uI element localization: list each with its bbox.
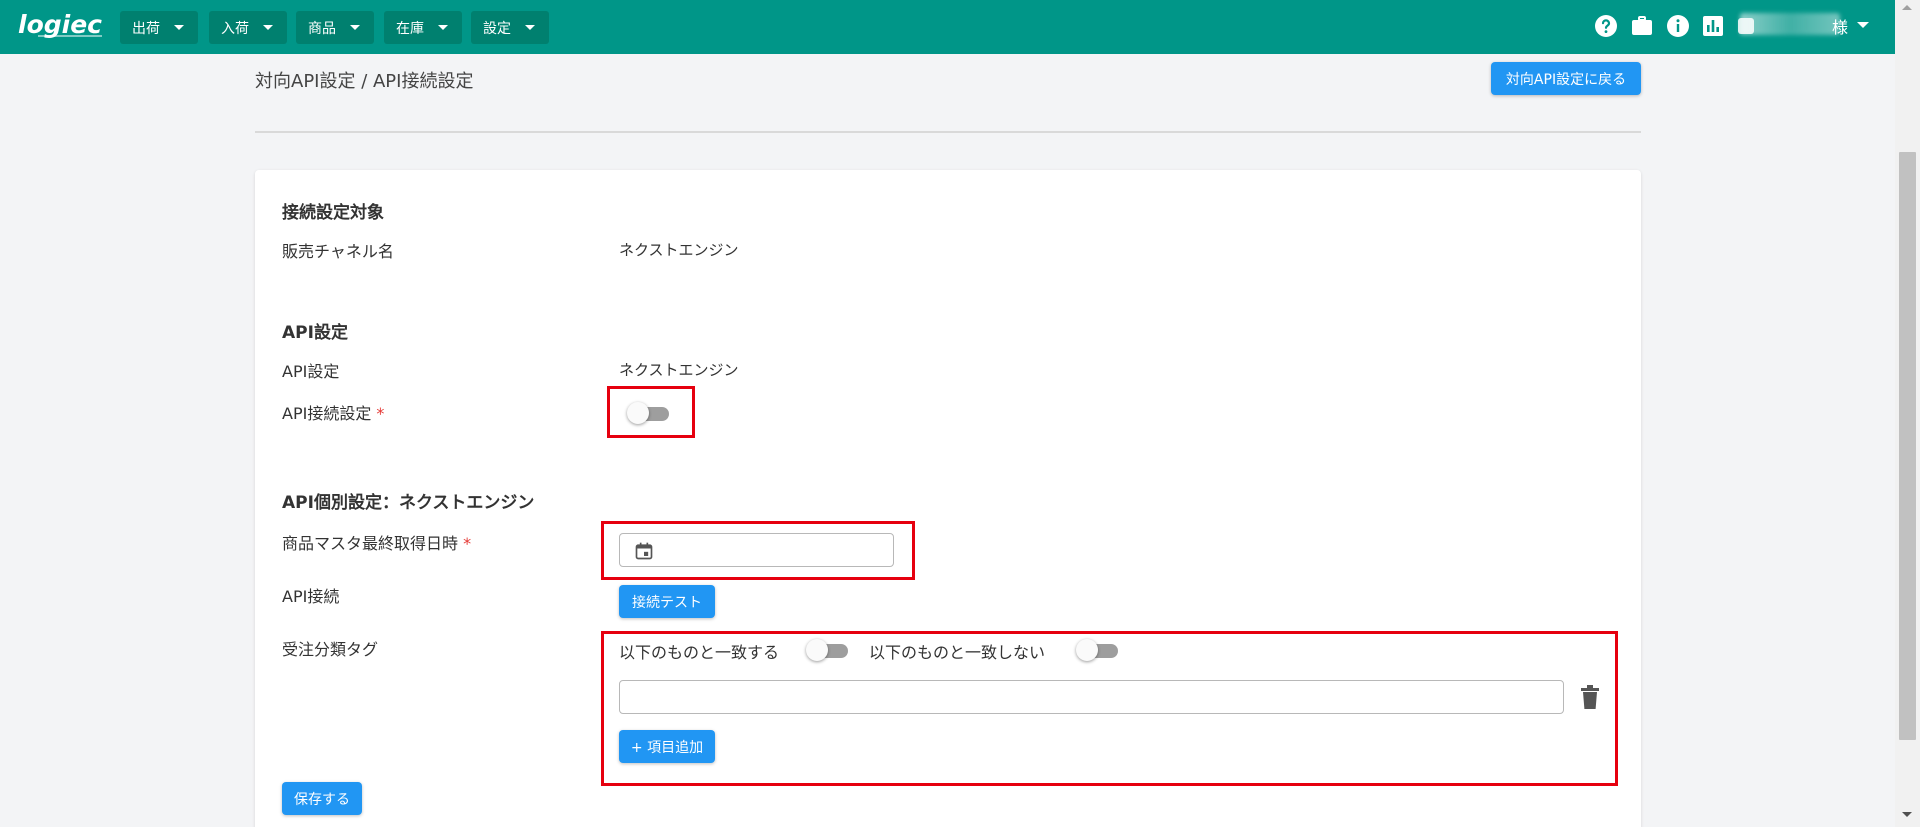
caret-down-icon [350,25,360,30]
order-category-tag-label: 受注分類タグ [282,640,379,659]
connection-test-button[interactable]: 接続テスト [619,585,715,618]
channel-name-value: ネクストエンジン [619,241,739,259]
top-navigation-bar: logiec 出荷 入荷 商品 在庫 設定 様 [0,0,1895,54]
info-icon[interactable] [1666,14,1690,38]
product-master-last-fetch-text: 商品マスタ最終取得日時 [282,534,459,553]
nav-menu-inventory[interactable]: 在庫 [384,11,462,44]
section-title-connection-target: 接続設定対象 [282,203,384,223]
save-button[interactable]: 保存する [282,782,362,815]
api-setting-label: API設定 [282,362,340,381]
product-master-last-fetch-label: 商品マスタ最終取得日時 * [282,530,471,554]
channel-name-label: 販売チャネル名 [282,242,394,261]
match-label: 以下のものと一致する [619,643,780,662]
logo-underline [38,35,102,37]
api-setting-value: ネクストエンジン [619,361,739,379]
nav-menu-label: 商品 [308,20,336,37]
caret-down-icon [525,25,535,30]
order-tag-input[interactable] [619,680,1564,714]
toggle-knob [1076,639,1098,661]
page-scrollbar[interactable] [1895,0,1920,827]
scroll-down-arrow-icon[interactable] [1902,812,1912,817]
header-divider [255,131,1641,133]
calendar-icon[interactable] [634,541,654,561]
product-master-date-input[interactable] [619,533,894,567]
user-menu-caret-icon[interactable] [1857,22,1869,28]
chart-icon[interactable] [1701,14,1725,38]
back-to-api-settings-button[interactable]: 対向API設定に戻る [1491,62,1641,95]
nav-menu-label: 在庫 [396,20,424,37]
scroll-up-arrow-icon[interactable] [1902,5,1912,10]
user-name-blurred[interactable] [1740,13,1840,35]
nav-menu-label: 設定 [483,20,511,37]
not-match-toggle[interactable] [1076,638,1122,662]
api-connect-toggle[interactable] [627,401,673,425]
toggle-knob [806,639,828,661]
user-honorific: 様 [1832,18,1849,37]
caret-down-icon [438,25,448,30]
nav-menu-label: 出荷 [132,20,160,37]
nav-menu-label: 入荷 [221,20,249,37]
page-breadcrumb: 対向API設定 / API接続設定 [255,71,474,92]
required-mark: * [376,404,385,423]
trash-icon[interactable] [1578,684,1602,710]
api-connect-setting-label: API接続設定 * [282,400,384,424]
match-toggle[interactable] [806,638,852,662]
api-connect-setting-text: API接続設定 [282,404,372,423]
caret-down-icon [174,25,184,30]
api-connection-label: API接続 [282,587,340,606]
section-title-api-settings: API設定 [282,323,348,343]
section-title-individual-settings: API個別設定：ネクストエンジン [282,493,535,513]
required-mark: * [463,534,472,553]
scroll-thumb[interactable] [1899,152,1916,740]
add-item-button[interactable]: + 項目追加 [619,730,715,763]
nav-menu-settings[interactable]: 設定 [471,11,549,44]
nav-menu-receiving[interactable]: 入荷 [209,11,287,44]
briefcase-icon[interactable] [1630,14,1654,38]
help-icon[interactable] [1594,14,1618,38]
nav-menu-products[interactable]: 商品 [296,11,374,44]
caret-down-icon [263,25,273,30]
nav-menu-shipping[interactable]: 出荷 [120,11,198,44]
toggle-knob [627,402,649,424]
not-match-label: 以下のものと一致しない [869,643,1046,662]
